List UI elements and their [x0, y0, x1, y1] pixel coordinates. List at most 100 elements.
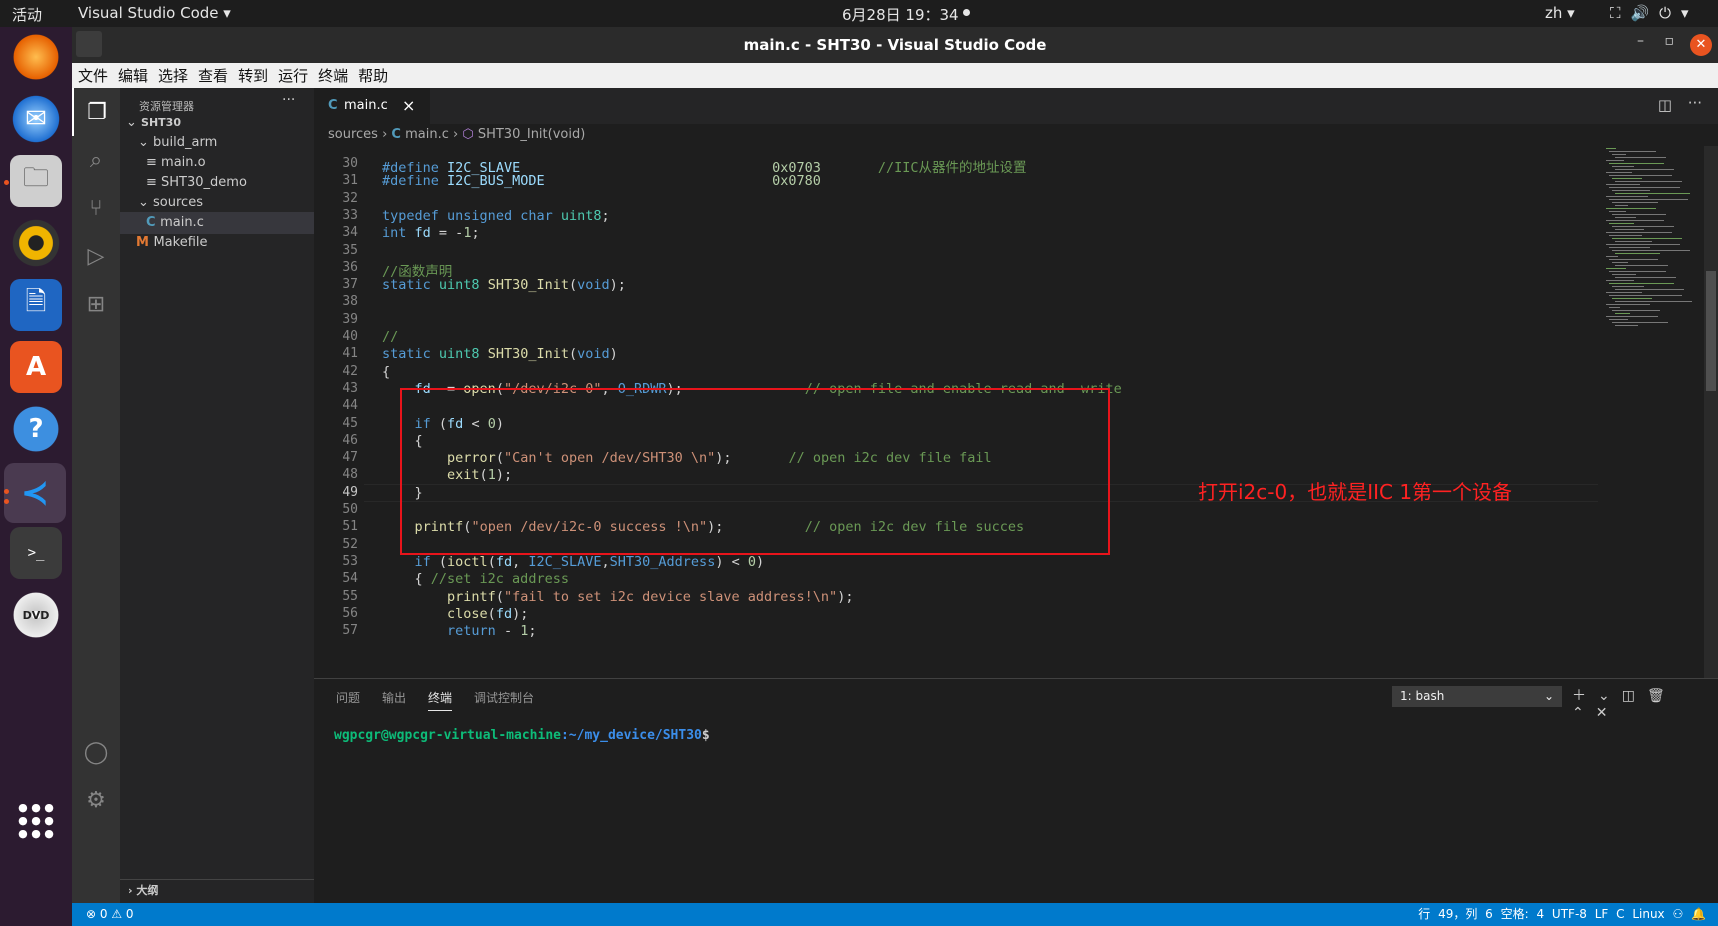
more-actions-icon[interactable]: ···	[1688, 94, 1702, 112]
terminal-icon[interactable]: >_	[10, 527, 62, 579]
panel-tab[interactable]: 调试控制台	[474, 689, 534, 710]
breadcrumb-function[interactable]: SHT30_Init(void)	[478, 127, 585, 142]
extensions-icon[interactable]: ⊞	[72, 280, 120, 328]
function-symbol-icon: ⬡	[462, 127, 474, 142]
tree-item-icon: ⌄	[138, 135, 154, 150]
source-control-icon[interactable]: ⑂	[72, 184, 120, 232]
line-number: 57	[342, 623, 358, 639]
window-title: main.c - SHT30 - Visual Studio Code	[743, 36, 1047, 54]
line-number: 42	[342, 363, 358, 379]
menu-view[interactable]: 查看	[192, 63, 232, 86]
split-terminal-icon[interactable]: ◫	[1622, 688, 1647, 704]
line-number: 31	[342, 173, 358, 189]
ubuntu-dock: ✉ 🗀 🗎 A ? ≺ >_ DVD ● ● ● ● ● ● ● ● ●	[0, 27, 72, 926]
menu-terminal[interactable]: 终端	[312, 63, 352, 86]
breadcrumb: sources › C main.c › ⬡ SHT30_Init(void)	[328, 127, 586, 142]
tree-item[interactable]: ⌄ build_arm	[120, 132, 314, 154]
help-icon[interactable]: ?	[10, 403, 62, 455]
tab-main-c[interactable]: C main.c ×	[314, 88, 430, 124]
code-line: { //set i2c address	[382, 571, 569, 588]
search-icon[interactable]: ⌕	[72, 136, 120, 184]
close-window-button[interactable]: ✕	[1690, 34, 1712, 56]
problems-status[interactable]: ⊗ 0 ⚠ 0	[86, 903, 134, 926]
line-number: 32	[342, 190, 358, 206]
breadcrumb-file[interactable]: main.c	[405, 127, 449, 142]
files-icon[interactable]: 🗀	[10, 155, 62, 207]
input-method-selector[interactable]: zh ▾	[1545, 4, 1575, 22]
tree-item[interactable]: M Makefile	[120, 232, 314, 254]
annotation-text: 打开i2c-0，也就是IIC 1第一个设备	[1198, 480, 1513, 504]
tree-item[interactable]: C main.c	[120, 212, 314, 234]
tree-item[interactable]: ⌄ sources	[120, 192, 314, 214]
menu-selection[interactable]: 选择	[152, 63, 192, 86]
status-bar: ⊗ 0 ⚠ 0 行 49，列 6 空格: 4 UTF-8 LF C Linux …	[72, 903, 1718, 926]
maximize-button[interactable]: ▫	[1665, 33, 1675, 49]
tree-item[interactable]: ⌄ SHT30	[120, 112, 314, 134]
system-topbar: 活动 Visual Studio Code ▾ 6月28日 19：34 zh ▾…	[0, 0, 1718, 27]
line-number: 51	[342, 519, 358, 535]
panel-tab[interactable]: 终端	[428, 689, 453, 711]
tree-item-icon: ≡	[146, 175, 162, 190]
more-actions-icon[interactable]: ···	[282, 92, 295, 108]
split-editor-icon[interactable]: ◫	[1658, 96, 1672, 114]
show-apps-icon[interactable]: ● ● ● ● ● ● ● ● ●	[16, 801, 56, 841]
code-editor[interactable]: 30 #define I2C_SLAVE 0x0703 //IIC从器件的地址设置…	[314, 146, 1718, 678]
editor-scrollbar[interactable]	[1704, 146, 1718, 678]
code-line: if (ioctl(fd, I2C_SLAVE,SHT30_Address) <…	[414, 553, 765, 570]
code-line: static uint8 SHT30_Init(void);	[382, 277, 626, 294]
tree-item[interactable]: ≡ SHT30_demo	[120, 172, 314, 194]
maximize-panel-icon[interactable]: ⌃	[1572, 705, 1596, 721]
writer-icon[interactable]: 🗎	[10, 279, 62, 331]
line-number: 47	[342, 450, 358, 466]
menu-run[interactable]: 运行	[272, 63, 312, 86]
firefox-icon[interactable]	[10, 31, 62, 83]
activities-button[interactable]: 活动	[12, 4, 42, 25]
activity-bar: ❐ ⌕ ⑂ ▷ ⊞ ◯ ⚙	[72, 88, 120, 903]
tree-item-label: SHT30_demo	[161, 175, 247, 190]
explorer-sidebar: 资源管理器 ··· ⌄ SHT30 ⌄ build_arm ≡ main.o ≡ SH…	[120, 88, 314, 903]
line-number: 50	[342, 502, 358, 517]
panel-tab[interactable]: 问题	[336, 689, 360, 710]
vscode-icon[interactable]: ≺	[4, 463, 66, 523]
line-number: 39	[342, 311, 358, 327]
explorer-icon[interactable]: ❐	[72, 88, 120, 136]
tree-item-label: build_arm	[153, 135, 218, 150]
rhythmbox-icon[interactable]	[10, 217, 62, 269]
thunderbird-icon[interactable]: ✉	[10, 93, 62, 145]
line-number: 54	[342, 571, 358, 587]
breadcrumb-sources[interactable]: sources	[328, 127, 378, 142]
dvd-icon[interactable]: DVD	[10, 589, 62, 641]
code-line: static uint8 SHT30_Init(void)	[382, 346, 618, 363]
clock[interactable]: 6月28日 19：34	[842, 4, 959, 25]
terminal-prompt[interactable]: wgpcgr@wgpcgr-virtual-machine:~/my_devic…	[334, 728, 710, 743]
panel-tab[interactable]: 输出	[382, 689, 406, 710]
menu-go[interactable]: 转到	[232, 63, 272, 86]
run-debug-icon[interactable]: ▷	[72, 232, 120, 280]
terminal-select[interactable]: 1: bash ⌄	[1392, 686, 1562, 707]
code-line: typedef unsigned char uint8;	[382, 207, 610, 224]
software-icon[interactable]: A	[10, 341, 62, 393]
status-right[interactable]: 行 49，列 6 空格: 4 UTF-8 LF C Linux ⚇ 🔔	[1418, 903, 1706, 926]
line-number: 35	[342, 242, 358, 258]
new-terminal-icon[interactable]: ＋	[1572, 688, 1598, 704]
line-number: 52	[342, 536, 358, 552]
chevron-down-icon[interactable]: ⌄	[1598, 688, 1622, 704]
code-line: int fd = -1;	[382, 225, 480, 242]
minimap[interactable]	[1606, 146, 1696, 346]
prompt-path: :~/my_device/SHT30	[560, 728, 702, 743]
settings-gear-icon[interactable]: ⚙	[72, 776, 120, 824]
menu-file[interactable]: 文件	[72, 63, 112, 86]
code-line: //	[382, 329, 399, 345]
close-panel-icon[interactable]: ✕	[1596, 705, 1620, 721]
tree-item-icon: M	[136, 235, 154, 250]
menu-help[interactable]: 帮助	[352, 63, 392, 86]
tree-item[interactable]: ≡ main.o	[120, 152, 314, 174]
system-menu[interactable]: ⛶🔊⏻▾	[1610, 4, 1699, 22]
tab-close-icon[interactable]: ×	[402, 96, 415, 115]
outline-section[interactable]: › 大纲	[120, 879, 314, 903]
menu-edit[interactable]: 编辑	[112, 63, 152, 86]
minimize-button[interactable]: –	[1637, 33, 1644, 49]
accounts-icon[interactable]: ◯	[72, 728, 120, 776]
kill-terminal-icon[interactable]: 🗑	[1647, 688, 1677, 704]
app-menu[interactable]: Visual Studio Code ▾	[78, 4, 231, 22]
